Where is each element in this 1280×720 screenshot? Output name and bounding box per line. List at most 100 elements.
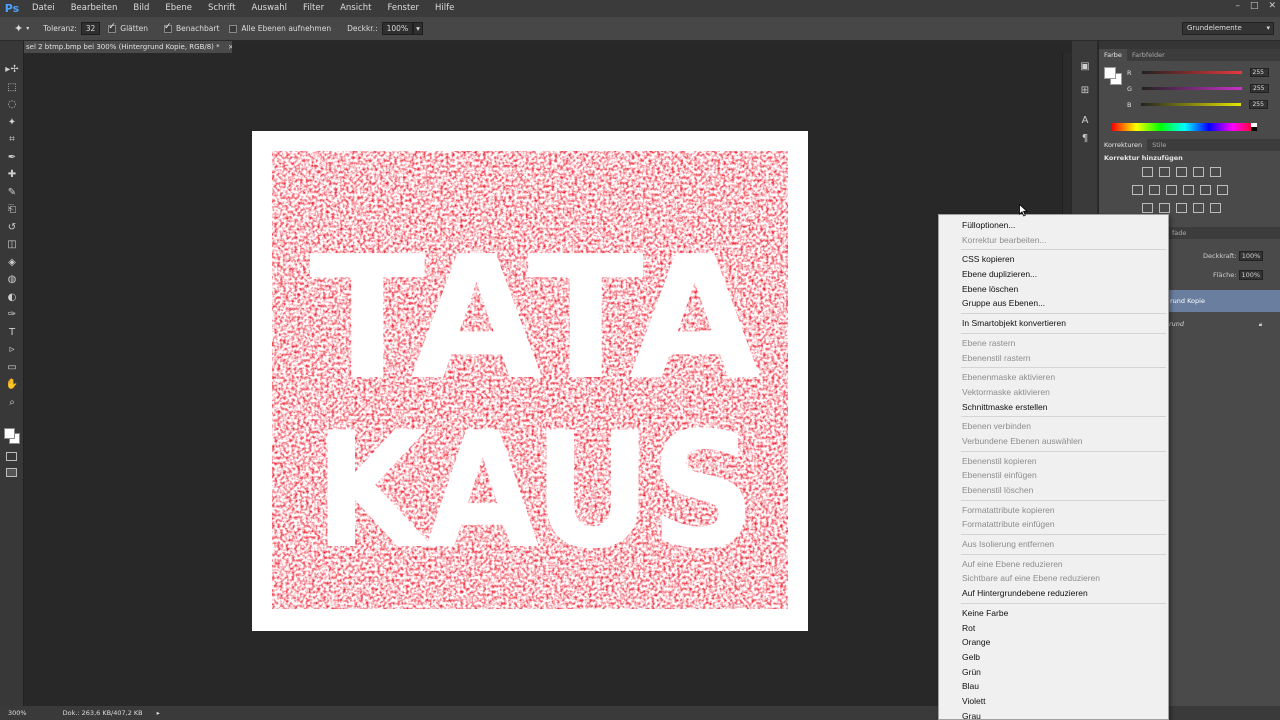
context-menu-item[interactable]: Keine Farbe xyxy=(939,606,1168,621)
context-menu-item[interactable]: In Smartobjekt konvertieren xyxy=(939,316,1168,331)
zoom-icon[interactable]: ⌕ xyxy=(0,394,24,412)
close-tab-icon[interactable]: × xyxy=(228,43,232,51)
document-canvas[interactable]: TATA KAUS xyxy=(252,131,808,631)
tab-swatches[interactable]: Farbfelder xyxy=(1127,49,1170,61)
context-menu-item[interactable]: CSS kopieren xyxy=(939,252,1168,267)
menu-item[interactable]: Datei xyxy=(24,0,63,17)
channel-value-input[interactable]: 255 xyxy=(1249,100,1269,109)
exposure-icon[interactable] xyxy=(1193,167,1204,177)
pen-icon[interactable]: ✑ xyxy=(0,306,24,324)
blur-icon[interactable]: ◍ xyxy=(0,271,24,289)
tolerance-input[interactable]: 32 xyxy=(80,22,101,35)
selective-color-icon[interactable] xyxy=(1193,203,1204,213)
context-menu-item[interactable]: Schnittmaske erstellen xyxy=(939,400,1168,415)
panel-foreground-swatch[interactable] xyxy=(1104,67,1116,79)
channel-slider[interactable] xyxy=(1141,71,1242,74)
history-icon[interactable]: ▣ xyxy=(1072,57,1098,75)
antialias-option[interactable]: Glätten xyxy=(108,22,148,33)
posterize-icon[interactable] xyxy=(1159,203,1170,213)
layer-row[interactable]: rund 🔒︎ xyxy=(1169,314,1280,334)
lasso-icon[interactable]: ◌ xyxy=(0,96,24,114)
gradient-map-icon[interactable] xyxy=(1210,203,1221,213)
threshold-icon[interactable] xyxy=(1176,203,1187,213)
channel-value-input[interactable]: 255 xyxy=(1249,68,1269,77)
eyedropper-icon[interactable]: ✒ xyxy=(0,149,24,167)
hue-saturation-icon[interactable] xyxy=(1132,185,1143,195)
history-brush-icon[interactable]: ↺ xyxy=(0,219,24,237)
menu-item[interactable]: Filter xyxy=(295,0,332,17)
menu-item[interactable]: Hilfe xyxy=(427,0,462,17)
foreground-color-swatch[interactable] xyxy=(4,428,15,439)
move-icon[interactable]: ▸✢ xyxy=(0,61,24,79)
opacity-dropdown[interactable]: ▾ xyxy=(413,22,423,35)
tab-color[interactable]: Farbe xyxy=(1099,49,1127,61)
quick-mask-icon[interactable] xyxy=(6,452,17,461)
menu-item[interactable]: Ebene xyxy=(157,0,200,17)
paragraph-icon[interactable]: ¶ xyxy=(1072,129,1098,147)
context-menu-item[interactable]: Ebene duplizieren... xyxy=(939,267,1168,282)
workspace-select[interactable]: Grundelemente ▾ xyxy=(1182,22,1274,35)
context-menu-item[interactable]: Ebene löschen xyxy=(939,282,1168,297)
opacity-input[interactable]: 100% xyxy=(381,22,414,35)
crop-icon[interactable]: ⌗ xyxy=(0,131,24,149)
contiguous-option[interactable]: Benachbart xyxy=(164,22,219,33)
antialias-checkbox[interactable] xyxy=(108,22,117,33)
path-select-icon[interactable]: ▹ xyxy=(0,341,24,359)
zoom-level[interactable]: 300% xyxy=(8,709,27,717)
paint-bucket-icon[interactable]: ◈ xyxy=(0,254,24,272)
context-menu-item[interactable]: Gelb xyxy=(939,650,1168,665)
clone-stamp-icon[interactable]: ⎗ xyxy=(0,201,24,219)
document-tab[interactable]: sel 2 btmp.bmp bei 300% (Hintergrund Kop… xyxy=(24,41,232,53)
dodge-icon[interactable]: ◐ xyxy=(0,289,24,307)
color-spectrum[interactable] xyxy=(1112,123,1257,131)
shape-icon[interactable]: ▭ xyxy=(0,359,24,377)
vibrance-icon[interactable] xyxy=(1210,167,1221,177)
type-icon[interactable]: T xyxy=(0,324,24,342)
channel-mixer-icon[interactable] xyxy=(1200,185,1211,195)
black-white-ramp[interactable] xyxy=(1251,123,1257,131)
all-layers-option[interactable]: Alle Ebenen aufnehmen xyxy=(229,24,331,33)
minimize-button[interactable]: – xyxy=(1235,1,1240,11)
menu-item[interactable]: Bild xyxy=(125,0,157,17)
context-menu-item[interactable]: Orange xyxy=(939,635,1168,650)
status-arrow-icon[interactable]: ▸ xyxy=(157,709,160,717)
layer-fill-input[interactable]: 100% xyxy=(1238,270,1264,280)
contiguous-checkbox[interactable] xyxy=(164,22,173,33)
photo-filter-icon[interactable] xyxy=(1183,185,1194,195)
all-layers-checkbox[interactable] xyxy=(229,24,238,33)
context-menu-item[interactable]: Rot xyxy=(939,621,1168,636)
quick-select-icon[interactable]: ✦ xyxy=(0,114,24,132)
menu-item[interactable]: Fenster xyxy=(379,0,427,17)
eraser-icon[interactable]: ◫ xyxy=(0,236,24,254)
tab-paths[interactable]: fade xyxy=(1167,227,1191,239)
curves-icon[interactable] xyxy=(1176,167,1187,177)
screen-mode-icon[interactable] xyxy=(6,468,17,477)
layer-row-selected[interactable]: rund Kopie xyxy=(1169,290,1280,312)
hand-icon[interactable]: ✋ xyxy=(0,376,24,394)
character-icon[interactable]: A xyxy=(1072,111,1098,129)
menu-item[interactable]: Auswahl xyxy=(243,0,295,17)
context-menu-item[interactable]: Grün xyxy=(939,665,1168,680)
channel-slider[interactable] xyxy=(1142,87,1243,90)
tab-styles[interactable]: Stile xyxy=(1147,139,1171,151)
black-white-icon[interactable] xyxy=(1166,185,1177,195)
context-menu-item[interactable]: Violett xyxy=(939,694,1168,709)
properties-icon[interactable]: ⊞ xyxy=(1072,81,1098,99)
menu-item[interactable]: Ansicht xyxy=(332,0,379,17)
context-menu-item[interactable]: Fülloptionen... xyxy=(939,218,1168,233)
color-lookup-icon[interactable] xyxy=(1217,185,1228,195)
brush-icon[interactable]: ✎ xyxy=(0,184,24,202)
tool-preset-picker[interactable]: ✦ ▾ xyxy=(14,22,29,35)
brightness-icon[interactable] xyxy=(1142,167,1153,177)
menu-item[interactable]: Bearbeiten xyxy=(63,0,126,17)
maximize-button[interactable]: □ xyxy=(1250,1,1259,11)
layer-opacity-input[interactable]: 100% xyxy=(1238,251,1264,261)
context-menu-item[interactable]: Auf Hintergrundebene reduzieren xyxy=(939,586,1168,601)
context-menu-item[interactable]: Grau xyxy=(939,709,1168,720)
healing-icon[interactable]: ✚ xyxy=(0,166,24,184)
channel-slider[interactable] xyxy=(1141,103,1242,106)
context-menu-item[interactable]: Gruppe aus Ebenen... xyxy=(939,296,1168,311)
color-balance-icon[interactable] xyxy=(1149,185,1160,195)
menu-item[interactable]: Schrift xyxy=(200,0,244,17)
tab-adjustments[interactable]: Korrekturen xyxy=(1099,139,1148,151)
